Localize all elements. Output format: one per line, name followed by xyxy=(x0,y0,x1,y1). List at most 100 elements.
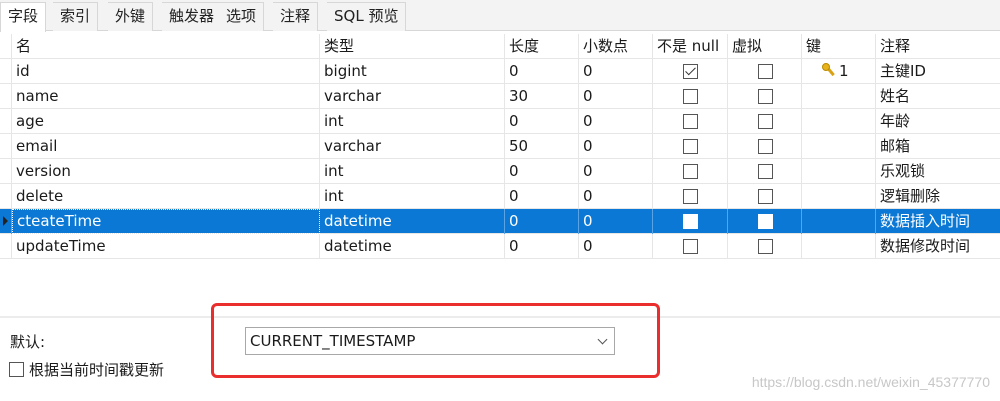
field-name-cell[interactable]: cteateTime xyxy=(12,209,320,234)
table-row[interactable]: updateTime datetime 0 0 数据修改时间 xyxy=(0,234,1000,259)
table-row[interactable]: age int 0 0 年龄 xyxy=(0,109,1000,134)
virtual-cell xyxy=(728,134,802,159)
field-comment-cell[interactable]: 年龄 xyxy=(876,109,1000,134)
table-row[interactable]: version int 0 0 乐观锁 xyxy=(0,159,1000,184)
table-row[interactable]: email varchar 50 0 邮箱 xyxy=(0,134,1000,159)
field-length-cell[interactable]: 0 xyxy=(505,184,579,209)
virtual-checkbox[interactable] xyxy=(758,239,773,254)
row-indicator-cell[interactable] xyxy=(0,134,12,159)
field-type-cell[interactable]: bigint xyxy=(320,59,505,84)
virtual-checkbox[interactable] xyxy=(758,64,773,79)
field-decimal-cell[interactable]: 0 xyxy=(579,59,653,84)
field-decimal-cell[interactable]: 0 xyxy=(579,159,653,184)
table-row[interactable]: name varchar 30 0 姓名 xyxy=(0,84,1000,109)
row-indicator-cell[interactable] xyxy=(0,59,12,84)
field-type-cell[interactable]: int xyxy=(320,109,505,134)
not-null-cell xyxy=(653,59,728,84)
field-name-cell[interactable]: name xyxy=(12,84,320,109)
field-length-cell[interactable]: 0 xyxy=(505,234,579,259)
key-cell[interactable] xyxy=(802,84,876,109)
field-decimal-cell[interactable]: 0 xyxy=(579,234,653,259)
field-type-cell[interactable]: int xyxy=(320,159,505,184)
column-header-type[interactable]: 类型 xyxy=(320,34,505,59)
field-comment-cell[interactable]: 姓名 xyxy=(876,84,1000,109)
column-header-comment[interactable]: 注释 xyxy=(876,34,1000,59)
key-cell[interactable] xyxy=(802,159,876,184)
field-name-cell[interactable]: email xyxy=(12,134,320,159)
key-cell[interactable]: 1 xyxy=(802,59,876,84)
tab-foreign-keys[interactable]: 外键 xyxy=(108,2,154,31)
field-name-cell[interactable]: version xyxy=(12,159,320,184)
not-null-cell xyxy=(653,159,728,184)
tab-triggers[interactable]: 触发器 xyxy=(162,2,223,31)
table-row[interactable]: delete int 0 0 逻辑删除 xyxy=(0,184,1000,209)
field-type-cell[interactable]: datetime xyxy=(320,234,505,259)
field-decimal-cell[interactable]: 0 xyxy=(579,84,653,109)
field-comment-cell[interactable]: 主键ID xyxy=(876,59,1000,84)
not-null-checkbox[interactable] xyxy=(683,214,698,229)
tab-fields[interactable]: 字段 xyxy=(0,2,47,32)
field-name-cell[interactable]: age xyxy=(12,109,320,134)
field-comment-cell[interactable]: 逻辑删除 xyxy=(876,184,1000,209)
row-indicator-cell[interactable] xyxy=(0,234,12,259)
tab-sql-preview[interactable]: SQL 预览 xyxy=(327,2,407,31)
field-comment-cell[interactable]: 邮箱 xyxy=(876,134,1000,159)
key-cell[interactable] xyxy=(802,209,876,234)
column-header-not-null[interactable]: 不是 null xyxy=(653,34,728,59)
tab-comment[interactable]: 注释 xyxy=(273,2,319,31)
virtual-checkbox[interactable] xyxy=(758,214,773,229)
column-header-length[interactable]: 长度 xyxy=(505,34,579,59)
not-null-checkbox[interactable] xyxy=(683,64,698,79)
virtual-checkbox[interactable] xyxy=(758,114,773,129)
field-type-cell[interactable]: int xyxy=(320,184,505,209)
field-decimal-cell[interactable]: 0 xyxy=(579,134,653,159)
primary-key-indicator: 1 xyxy=(822,59,849,84)
table-row[interactable]: cteateTime datetime 0 0 数据插入时间 xyxy=(0,209,1000,234)
row-indicator-cell[interactable] xyxy=(0,184,12,209)
virtual-checkbox[interactable] xyxy=(758,189,773,204)
field-type-cell[interactable]: datetime xyxy=(320,209,505,234)
not-null-checkbox[interactable] xyxy=(683,114,698,129)
field-name-cell[interactable]: delete xyxy=(12,184,320,209)
key-cell[interactable] xyxy=(802,234,876,259)
tab-options[interactable]: 选项 xyxy=(219,2,265,31)
not-null-checkbox[interactable] xyxy=(683,139,698,154)
field-length-cell[interactable]: 0 xyxy=(505,109,579,134)
key-cell[interactable] xyxy=(802,134,876,159)
field-decimal-cell[interactable]: 0 xyxy=(579,209,653,234)
column-header-key[interactable]: 键 xyxy=(802,34,876,59)
column-header-virtual[interactable]: 虚拟 xyxy=(728,34,802,59)
field-length-cell[interactable]: 0 xyxy=(505,159,579,184)
tab-indexes[interactable]: 索引 xyxy=(53,2,99,31)
field-name-cell[interactable]: id xyxy=(12,59,320,84)
row-indicator-cell[interactable] xyxy=(0,84,12,109)
field-decimal-cell[interactable]: 0 xyxy=(579,109,653,134)
not-null-checkbox[interactable] xyxy=(683,89,698,104)
field-length-cell[interactable]: 0 xyxy=(505,209,579,234)
field-length-cell[interactable]: 50 xyxy=(505,134,579,159)
not-null-checkbox[interactable] xyxy=(683,189,698,204)
not-null-checkbox[interactable] xyxy=(683,164,698,179)
field-type-cell[interactable]: varchar xyxy=(320,84,505,109)
row-indicator-cell[interactable] xyxy=(0,159,12,184)
virtual-checkbox[interactable] xyxy=(758,139,773,154)
not-null-checkbox[interactable] xyxy=(683,239,698,254)
field-comment-cell[interactable]: 乐观锁 xyxy=(876,159,1000,184)
field-decimal-cell[interactable]: 0 xyxy=(579,184,653,209)
update-on-timestamp-checkbox[interactable] xyxy=(9,362,24,377)
field-length-cell[interactable]: 30 xyxy=(505,84,579,109)
key-cell[interactable] xyxy=(802,109,876,134)
field-length-cell[interactable]: 0 xyxy=(505,59,579,84)
field-type-cell[interactable]: varchar xyxy=(320,134,505,159)
field-comment-cell[interactable]: 数据插入时间 xyxy=(876,209,1000,234)
virtual-checkbox[interactable] xyxy=(758,164,773,179)
field-name-cell[interactable]: updateTime xyxy=(12,234,320,259)
column-header-name[interactable]: 名 xyxy=(12,34,320,59)
virtual-checkbox[interactable] xyxy=(758,89,773,104)
key-cell[interactable] xyxy=(802,184,876,209)
field-comment-cell[interactable]: 数据修改时间 xyxy=(876,234,1000,259)
row-indicator-cell[interactable] xyxy=(0,109,12,134)
row-indicator-cell[interactable] xyxy=(0,209,12,234)
table-row[interactable]: id bigint 0 0 1 主键ID xyxy=(0,59,1000,84)
column-header-decimal[interactable]: 小数点 xyxy=(579,34,653,59)
